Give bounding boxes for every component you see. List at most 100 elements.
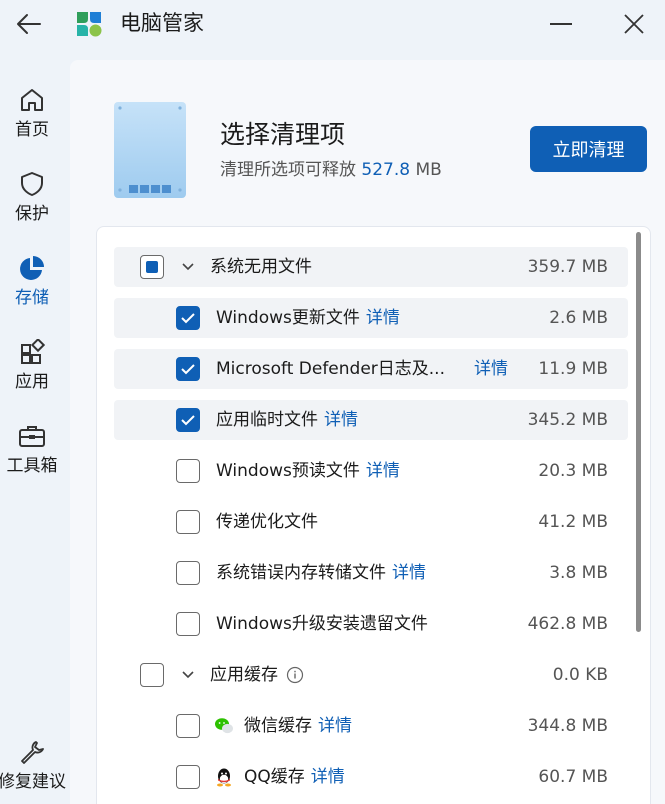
qq-icon [217, 768, 231, 787]
pie-chart-icon [20, 256, 44, 280]
detail-link[interactable]: 详情 [474, 357, 508, 381]
detail-link[interactable]: 详情 [318, 716, 352, 736]
item-size: 20.3 MB [538, 461, 608, 481]
group-label: 应用缓存 [210, 663, 304, 687]
clean-now-button[interactable]: 立即清理 [530, 126, 647, 172]
list-item[interactable]: Microsoft Defender日志及... 详情 11.9 MB [114, 349, 628, 389]
item-name: 系统错误内存转储文件 [216, 563, 386, 583]
sidebar-item-label: 首页 [15, 120, 49, 140]
item-checkbox[interactable] [176, 714, 200, 738]
group-checkbox[interactable] [140, 663, 164, 687]
item-size: 3.8 MB [549, 563, 608, 583]
item-size: 2.6 MB [549, 308, 608, 328]
shield-icon [21, 172, 43, 196]
detail-link[interactable]: 详情 [392, 563, 426, 583]
storage-drive-icon [114, 102, 186, 198]
sidebar-item-toolbox[interactable]: 工具箱 [0, 414, 64, 486]
sidebar-item-label: 工具箱 [6, 456, 58, 476]
back-button[interactable] [12, 8, 46, 40]
item-label: 应用临时文件 详情 [216, 408, 358, 432]
home-icon [21, 89, 43, 111]
sidebar-item-protect[interactable]: 保护 [0, 162, 64, 234]
page-title: 选择清理项 [220, 120, 346, 149]
back-arrow-icon [17, 14, 41, 34]
close-button[interactable] [617, 8, 651, 40]
item-name: 应用临时文件 [216, 410, 318, 430]
minimize-button[interactable] [544, 8, 578, 40]
item-checkbox[interactable] [176, 459, 200, 483]
item-name: Windows预读文件 [216, 461, 360, 481]
release-unit: MB [410, 160, 442, 180]
minimize-icon [550, 23, 572, 25]
group-size: 0.0 KB [552, 665, 608, 685]
wechat-icon [215, 718, 233, 734]
app-logo-icon [77, 12, 102, 37]
chevron-down-icon[interactable] [180, 667, 196, 683]
sidebar-item-apps[interactable]: 应用 [0, 330, 64, 402]
item-checkbox[interactable] [176, 357, 200, 381]
list-item[interactable]: 微信缓存 详情 344.8 MB [114, 706, 628, 746]
release-summary-prefix: 清理所选项可释放 [220, 160, 362, 180]
item-size: 60.7 MB [538, 767, 608, 787]
title-bar: 电脑管家 [0, 0, 665, 48]
item-size: 41.2 MB [538, 512, 608, 532]
detail-link[interactable]: 详情 [311, 767, 345, 787]
sidebar: 首页 保护 存储 应用 工具箱 修复建议 [0, 60, 70, 804]
group-row-system-junk[interactable]: 系统无用文件 359.7 MB [114, 247, 628, 287]
item-name: QQ缓存 [244, 767, 305, 787]
release-summary: 清理所选项可释放 527.8 MB [220, 158, 442, 182]
checkmark-icon [181, 415, 195, 426]
apps-icon [21, 339, 45, 364]
item-checkbox[interactable] [176, 765, 200, 789]
scrollbar[interactable] [636, 232, 641, 632]
sidebar-item-label: 保护 [15, 204, 49, 224]
checkmark-icon [181, 313, 195, 324]
sidebar-item-label: 存储 [15, 288, 49, 308]
sidebar-item-feedback[interactable]: 修复建议 [0, 730, 66, 802]
toolbox-icon [19, 426, 45, 447]
item-size: 462.8 MB [527, 614, 608, 634]
item-size: 11.9 MB [538, 359, 608, 379]
group-size: 359.7 MB [527, 257, 608, 277]
close-icon [624, 14, 644, 34]
checkmark-icon [181, 364, 195, 375]
release-amount: 527.8 [361, 160, 411, 180]
item-name: Windows更新文件 [216, 308, 360, 328]
item-label: QQ缓存 详情 [244, 765, 345, 789]
list-item[interactable]: Windows更新文件 详情 2.6 MB [114, 298, 628, 338]
detail-link[interactable]: 详情 [366, 461, 400, 481]
list-item[interactable]: 应用临时文件 详情 345.2 MB [114, 400, 628, 440]
item-checkbox[interactable] [176, 306, 200, 330]
item-checkbox[interactable] [176, 510, 200, 534]
list-item[interactable]: QQ缓存 详情 60.7 MB [114, 757, 628, 797]
group-row-app-cache[interactable]: 应用缓存 0.0 KB [114, 655, 628, 695]
item-checkbox[interactable] [176, 408, 200, 432]
sidebar-item-storage[interactable]: 存储 [0, 246, 64, 318]
app-title: 电脑管家 [120, 11, 204, 35]
item-label: 系统错误内存转储文件 详情 [216, 561, 426, 585]
sidebar-item-label: 修复建议 [0, 772, 66, 792]
sidebar-item-home[interactable]: 首页 [0, 78, 64, 150]
item-name: 传递优化文件 [216, 512, 318, 532]
list-item[interactable]: 传递优化文件 41.2 MB [114, 502, 628, 542]
item-checkbox[interactable] [176, 561, 200, 585]
list-item[interactable]: 系统错误内存转储文件 详情 3.8 MB [114, 553, 628, 593]
group-label: 系统无用文件 [210, 257, 312, 277]
list-item[interactable]: Windows预读文件 详情 20.3 MB [114, 451, 628, 491]
item-label: Windows更新文件 详情 [216, 306, 400, 330]
wrench-icon [21, 741, 44, 764]
list-item[interactable]: Windows升级安装遗留文件 462.8 MB [114, 604, 628, 644]
group-checkbox[interactable] [140, 255, 164, 279]
item-name: Windows升级安装遗留文件 [216, 614, 428, 634]
detail-link[interactable]: 详情 [366, 308, 400, 328]
group-name: 应用缓存 [210, 665, 278, 685]
main-panel: 选择清理项 清理所选项可释放 527.8 MB 立即清理 系统无用文件 359.… [70, 60, 665, 804]
item-size: 344.8 MB [527, 716, 608, 736]
item-name: 微信缓存 [244, 716, 312, 736]
sidebar-item-label: 应用 [15, 372, 49, 392]
info-icon[interactable] [286, 666, 304, 684]
chevron-down-icon[interactable] [180, 259, 196, 275]
detail-link[interactable]: 详情 [324, 410, 358, 430]
item-name: Microsoft Defender日志及... [216, 359, 445, 379]
item-checkbox[interactable] [176, 612, 200, 636]
